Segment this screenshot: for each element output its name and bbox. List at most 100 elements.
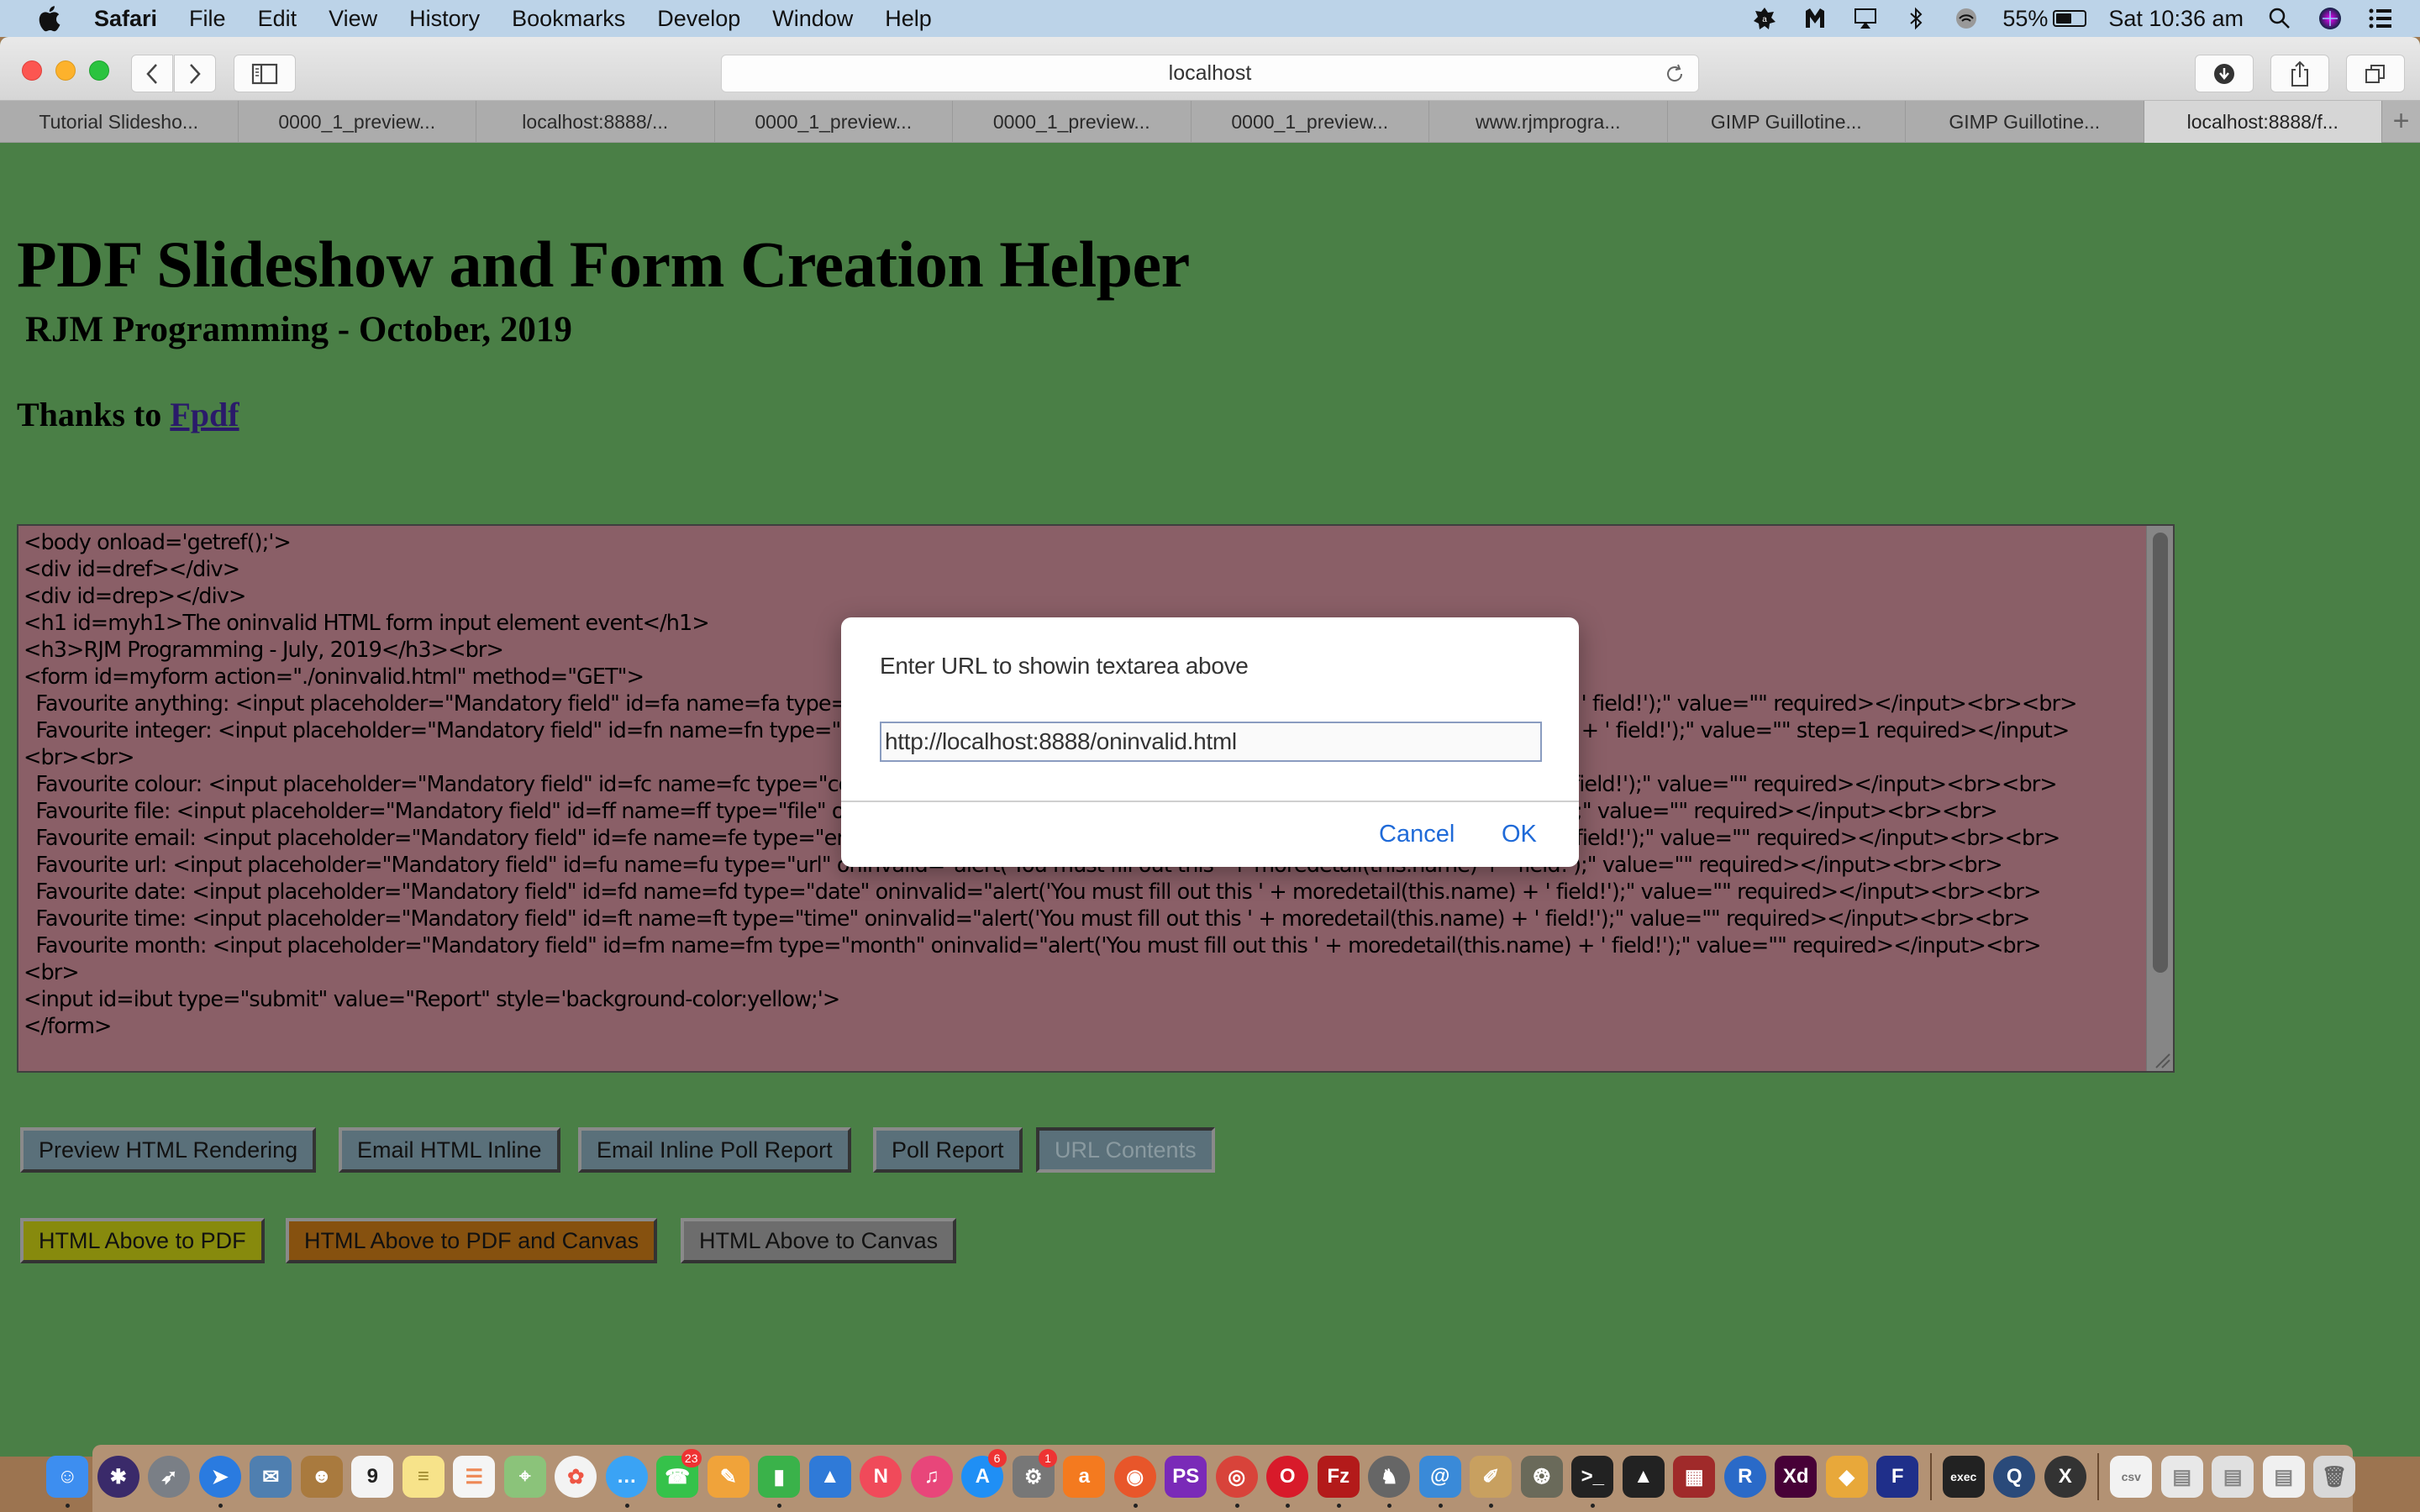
poll-report-button[interactable]: Poll Report bbox=[873, 1127, 1023, 1173]
menu-window[interactable]: Window bbox=[772, 6, 853, 32]
clock[interactable]: Sat 10:36 am bbox=[2108, 6, 2244, 32]
dock-item-safari[interactable]: ➤ bbox=[195, 1452, 246, 1508]
dock-item-photo-booth[interactable]: ▦ bbox=[1669, 1452, 1720, 1501]
dock-item-coda[interactable]: @ bbox=[1415, 1452, 1466, 1508]
menu-edit[interactable]: Edit bbox=[258, 6, 297, 32]
dock-item-flowchart[interactable]: F bbox=[1872, 1452, 1923, 1501]
airplay-icon[interactable] bbox=[1851, 4, 1880, 33]
tab[interactable]: 0000_1_preview... bbox=[239, 101, 476, 143]
dock-item-gimp[interactable]: ❂ bbox=[1517, 1452, 1568, 1501]
dock-item-keynote[interactable]: ▲ bbox=[805, 1452, 856, 1501]
address-bar[interactable]: localhost bbox=[721, 55, 1699, 92]
dock-item-app-store[interactable]: A6 bbox=[957, 1449, 1008, 1501]
menu-bookmarks[interactable]: Bookmarks bbox=[512, 6, 625, 32]
tab[interactable]: www.rjmprogra... bbox=[1429, 101, 1668, 143]
tab[interactable]: localhost:8888/... bbox=[476, 101, 715, 143]
dock-item-siri[interactable]: ✱ bbox=[93, 1452, 145, 1501]
dock-item-facetime[interactable]: ☎ 23 bbox=[652, 1449, 703, 1501]
show-all-tabs-button[interactable] bbox=[2346, 55, 2405, 92]
back-button[interactable] bbox=[131, 55, 173, 92]
dock-item-trash[interactable]: 🗑 bbox=[2309, 1452, 2360, 1501]
malwarebytes-icon[interactable] bbox=[1801, 4, 1829, 33]
dock-item-text-editor[interactable]: ✐ bbox=[1465, 1452, 1517, 1508]
dock-item-downloaded-file-2[interactable]: ▤ bbox=[2207, 1452, 2259, 1501]
battery-indicator[interactable]: 55% bbox=[2002, 6, 2087, 32]
textarea-scrollbar-thumb[interactable] bbox=[2153, 533, 2168, 973]
forward-button[interactable] bbox=[174, 55, 216, 92]
dock-item-mamp[interactable]: ♞ bbox=[1364, 1452, 1415, 1508]
dock-item-reminders[interactable]: ☰ bbox=[449, 1452, 500, 1501]
spotlight-search-icon[interactable] bbox=[2265, 4, 2294, 33]
dock-item-maps[interactable]: ⌖ bbox=[500, 1452, 551, 1501]
dock-item-phpstorm[interactable]: PS bbox=[1160, 1452, 1212, 1501]
dock-item-contacts[interactable]: ☻ bbox=[297, 1452, 348, 1501]
tab[interactable]: 0000_1_preview... bbox=[953, 101, 1192, 143]
preview-html-rendering-button[interactable]: Preview HTML Rendering bbox=[20, 1127, 317, 1173]
dock-item-system-preferences[interactable]: ⚙ 1 bbox=[1008, 1449, 1060, 1501]
dock-item-firefox[interactable]: ◉ bbox=[1110, 1452, 1161, 1508]
url-input[interactable] bbox=[880, 722, 1542, 762]
fullscreen-window-button[interactable] bbox=[89, 60, 109, 81]
downloads-button[interactable] bbox=[2195, 55, 2254, 92]
tab[interactable]: Tutorial Slidesho... bbox=[0, 101, 239, 143]
minimize-window-button[interactable] bbox=[55, 60, 76, 81]
tab[interactable]: GIMP Guillotine... bbox=[1668, 101, 1906, 143]
menu-view[interactable]: View bbox=[329, 6, 377, 32]
dock-item-sketch[interactable]: ◆ bbox=[1822, 1452, 1873, 1501]
url-contents-button[interactable]: URL Contents bbox=[1036, 1127, 1215, 1173]
email-inline-poll-report-button[interactable]: Email Inline Poll Report bbox=[578, 1127, 851, 1173]
dock-item-downloaded-file-3[interactable]: ▤ bbox=[2259, 1452, 2310, 1501]
dock-item-avast[interactable]: a bbox=[1059, 1452, 1110, 1501]
dock-item-numbers[interactable]: ▮ bbox=[754, 1452, 805, 1508]
wifi-icon[interactable] bbox=[1952, 4, 1981, 33]
html-above-to-pdf-and-canvas-button[interactable]: HTML Above to PDF and Canvas bbox=[286, 1218, 658, 1263]
menu-file[interactable]: File bbox=[189, 6, 226, 32]
dock-item-chrome[interactable]: ◎ bbox=[1212, 1452, 1263, 1508]
dock-item-photos[interactable]: ✿ bbox=[550, 1452, 602, 1501]
email-html-inline-button[interactable]: Email HTML Inline bbox=[339, 1127, 560, 1173]
bluetooth-icon[interactable] bbox=[1902, 4, 1930, 33]
apple-menu-icon[interactable] bbox=[34, 3, 64, 34]
dock-item-itunes[interactable]: ♫ bbox=[907, 1452, 958, 1501]
dock-item-opera[interactable]: O bbox=[1262, 1452, 1313, 1508]
siri-icon[interactable] bbox=[2316, 4, 2344, 33]
dock-item-downloaded-file-1[interactable]: ▤ bbox=[2157, 1452, 2208, 1501]
dock-item-quicktime[interactable]: Q bbox=[1989, 1452, 2040, 1501]
new-tab-button[interactable]: + bbox=[2382, 101, 2420, 142]
dock-item-terminal[interactable]: >_ bbox=[1567, 1452, 1618, 1508]
html-above-to-pdf-button[interactable]: HTML Above to PDF bbox=[20, 1218, 265, 1263]
textarea-scrollbar[interactable] bbox=[2146, 526, 2173, 1071]
sidebar-toggle-button[interactable] bbox=[234, 55, 296, 92]
dock-item-notes[interactable]: ≡ bbox=[398, 1452, 450, 1501]
dock-item-r[interactable]: R bbox=[1720, 1452, 1771, 1501]
dock-item-adobe-xd[interactable]: Xd bbox=[1770, 1452, 1822, 1501]
menu-app-name[interactable]: Safari bbox=[94, 6, 157, 32]
dock-item-pages[interactable]: ✎ bbox=[703, 1452, 755, 1501]
dock-item-xquartz[interactable]: X bbox=[2040, 1452, 2091, 1501]
cancel-button[interactable]: Cancel bbox=[1379, 821, 1455, 848]
dock-item-finder[interactable]: ☺ bbox=[42, 1452, 93, 1508]
resize-handle-icon[interactable] bbox=[2149, 1047, 2171, 1069]
dock-item-document-csv[interactable]: csv bbox=[2106, 1452, 2157, 1501]
dock-item-exec[interactable]: exec bbox=[1939, 1452, 1990, 1501]
menu-develop[interactable]: Develop bbox=[657, 6, 740, 32]
dock-item-inkscape[interactable]: ▲ bbox=[1618, 1452, 1670, 1501]
dock-item-calendar[interactable]: 9 bbox=[347, 1452, 398, 1501]
dock-item-launchpad[interactable]: ➶ bbox=[144, 1452, 195, 1501]
dock-item-messages[interactable]: … bbox=[602, 1452, 653, 1508]
menu-help[interactable]: Help bbox=[885, 6, 932, 32]
reload-icon[interactable] bbox=[1663, 62, 1686, 86]
notification-center-icon[interactable] bbox=[2366, 4, 2395, 33]
fpdf-link[interactable]: Fpdf bbox=[170, 396, 239, 433]
tab[interactable]: 0000_1_preview... bbox=[715, 101, 953, 143]
html-above-to-canvas-button[interactable]: HTML Above to Canvas bbox=[681, 1218, 957, 1263]
dock-item-mail[interactable]: ✉ bbox=[245, 1452, 297, 1501]
tab[interactable]: GIMP Guillotine... bbox=[1906, 101, 2144, 143]
share-button[interactable] bbox=[2270, 55, 2329, 92]
dock-item-news[interactable]: N bbox=[855, 1452, 907, 1501]
menu-history[interactable]: History bbox=[409, 6, 480, 32]
close-window-button[interactable] bbox=[22, 60, 42, 81]
avast-icon[interactable]: a bbox=[1750, 4, 1779, 33]
tab-active[interactable]: localhost:8888/f... bbox=[2144, 101, 2382, 143]
tab[interactable]: 0000_1_preview... bbox=[1192, 101, 1429, 143]
